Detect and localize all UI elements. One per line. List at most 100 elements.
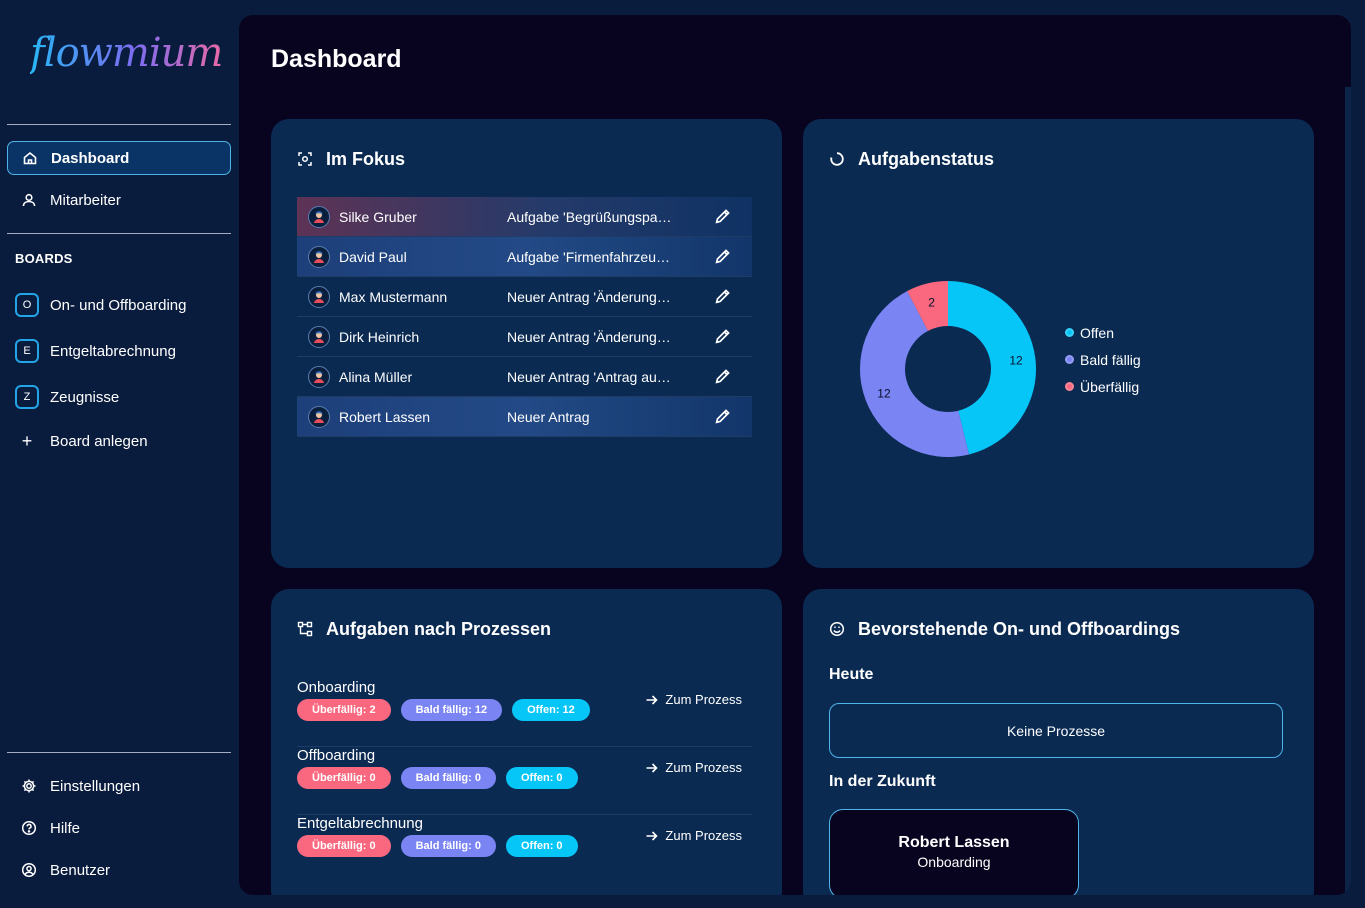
sidebar-divider — [7, 124, 231, 125]
legend-item[interactable]: Überfällig — [1065, 373, 1141, 400]
edit-pencil-icon[interactable] — [714, 248, 732, 266]
status-title-text: Aufgabenstatus — [858, 149, 995, 169]
arrow-right-icon — [645, 829, 665, 843]
process-row: Entgeltabrechnung Überfällig: 0 Bald fälli… — [297, 815, 752, 883]
sidebar-item-label: Mitarbeiter — [50, 191, 121, 209]
avatar — [308, 205, 330, 228]
add-board-label: Board anlegen — [50, 432, 148, 450]
arrow-right-icon — [645, 761, 665, 775]
status-card: Aufgabenstatus 12 12 2 Offen Bald fällig Übe… — [803, 119, 1314, 568]
focus-task-text: Neuer Antrag 'Änderung… — [507, 328, 671, 345]
process-name: Onboarding — [297, 679, 376, 696]
edit-pencil-icon[interactable] — [714, 368, 732, 386]
focus-person-name: Alina Müller — [339, 368, 413, 385]
due-soon-badge: Bald fällig: 0 — [400, 835, 496, 857]
upcoming-title-text: Bevorstehende On- und Offboardings — [858, 619, 1181, 639]
processes-card-title: Aufgaben nach Prozessen — [297, 619, 551, 640]
process-row: Offboarding Überfällig: 0 Bald fällig: 0 Of… — [297, 747, 752, 815]
page-title: Dashboard — [271, 45, 402, 73]
avatar — [308, 405, 330, 428]
board-item-entgeltabrechnung[interactable]: E Entgeltabrechnung — [15, 337, 176, 365]
legend-dot — [1065, 355, 1074, 364]
focus-icon — [297, 151, 315, 169]
main-panel: Dashboard Im Fokus Silke Gruber Aufgabe '… — [239, 15, 1351, 895]
scrollbar[interactable] — [1345, 87, 1351, 895]
board-label: Zeugnisse — [50, 388, 120, 406]
to-process-link[interactable]: Zum Prozess — [645, 692, 742, 707]
avatar — [308, 245, 330, 268]
edit-pencil-icon[interactable] — [714, 208, 732, 226]
board-item-zeugnisse[interactable]: Z Zeugnisse — [15, 383, 119, 411]
donut-value-label: 2 — [928, 295, 935, 309]
focus-task-text: Neuer Antrag 'Änderung… — [507, 288, 671, 305]
board-badge: O — [15, 293, 39, 317]
today-heading: Heute — [829, 666, 874, 683]
focus-row[interactable]: Robert Lassen Neuer Antrag — [297, 397, 752, 437]
sidebar-item-einstellungen[interactable]: Einstellungen — [7, 769, 231, 803]
focus-list: Silke Gruber Aufgabe 'Begrüßungspa… David … — [297, 197, 752, 437]
upcoming-person-card[interactable]: Robert Lassen Onboarding — [829, 809, 1079, 895]
to-process-label: Zum Prozess — [665, 760, 742, 775]
sidebar-item-label: Hilfe — [50, 819, 81, 837]
process-tree-icon — [297, 621, 315, 639]
focus-person-name: Max Mustermann — [339, 288, 448, 305]
to-process-label: Zum Prozess — [665, 692, 742, 707]
user-icon — [20, 191, 38, 209]
focus-row[interactable]: Max Mustermann Neuer Antrag 'Änderung… — [297, 277, 752, 317]
board-label: Entgeltabrechnung — [50, 342, 176, 360]
legend-dot — [1065, 382, 1074, 391]
today-empty-text: Keine Prozesse — [1006, 722, 1106, 739]
sidebar-divider — [7, 233, 231, 234]
overdue-badge: Überfällig: 0 — [297, 767, 391, 789]
edit-pencil-icon[interactable] — [714, 328, 732, 346]
edit-pencil-icon[interactable] — [714, 288, 732, 306]
flowmium-logo[interactable]: flowmium — [30, 30, 223, 90]
focus-task-text: Neuer Antrag — [507, 408, 590, 425]
focus-task-text: Aufgabe 'Firmenfahrzeu… — [507, 248, 670, 265]
process-name: Offboarding — [297, 747, 376, 764]
legend-item[interactable]: Bald fällig — [1065, 346, 1141, 373]
sidebar-item-mitarbeiter[interactable]: Mitarbeiter — [7, 183, 231, 217]
focus-row[interactable]: David Paul Aufgabe 'Firmenfahrzeu… — [297, 237, 752, 277]
avatar — [308, 365, 330, 388]
help-icon — [20, 819, 38, 837]
legend-label: Bald fällig — [1080, 351, 1141, 368]
to-process-link[interactable]: Zum Prozess — [645, 760, 742, 775]
process-pills: Überfällig: 0 Bald fällig: 0 Offen: 0 — [297, 835, 588, 857]
focus-row[interactable]: Dirk Heinrich Neuer Antrag 'Änderung… — [297, 317, 752, 357]
sidebar-item-label: Dashboard — [51, 149, 130, 167]
focus-row[interactable]: Silke Gruber Aufgabe 'Begrüßungspa… — [297, 197, 752, 237]
sidebar-item-dashboard[interactable]: Dashboard — [7, 141, 231, 175]
focus-person-name: David Paul — [339, 248, 407, 265]
focus-card-title: Im Fokus — [297, 149, 405, 170]
sidebar-item-benutzer[interactable]: Benutzer — [7, 853, 231, 887]
sidebar-item-label: Benutzer — [50, 861, 111, 879]
person-name: Robert Lassen — [898, 834, 1010, 851]
focus-card: Im Fokus Silke Gruber Aufgabe 'Begrüßungs… — [271, 119, 782, 568]
donut-chart: 12 12 2 — [853, 274, 1053, 474]
today-empty-box: Keine Prozesse — [829, 703, 1283, 758]
person-process: Onboarding — [917, 854, 991, 870]
focus-row[interactable]: Alina Müller Neuer Antrag 'Antrag au… — [297, 357, 752, 397]
sidebar-item-hilfe[interactable]: Hilfe — [7, 811, 231, 845]
board-badge: E — [15, 339, 39, 363]
legend-dot — [1065, 328, 1074, 337]
legend-item[interactable]: Offen — [1065, 319, 1141, 346]
edit-pencil-icon[interactable] — [714, 408, 732, 426]
board-item-on-offboarding[interactable]: O On- und Offboarding — [15, 291, 186, 319]
overdue-badge: Überfällig: 2 — [297, 699, 391, 721]
donut-value-label: 12 — [877, 386, 891, 400]
to-process-label: Zum Prozess — [665, 828, 742, 843]
to-process-link[interactable]: Zum Prozess — [645, 828, 742, 843]
boards-heading: BOARDS — [15, 251, 73, 266]
process-row: Onboarding Überfällig: 2 Bald fällig: 12 Of… — [297, 679, 752, 747]
overdue-badge: Überfällig: 0 — [297, 835, 391, 857]
add-board-button[interactable]: + Board anlegen — [15, 427, 148, 455]
board-badge: Z — [15, 385, 39, 409]
processes-title-text: Aufgaben nach Prozessen — [326, 619, 552, 639]
future-heading: In der Zukunft — [829, 773, 936, 790]
sidebar: flowmium Dashboard Mitarbeiter BOARDS O … — [0, 0, 238, 908]
open-badge: Offen: 0 — [505, 835, 578, 857]
avatar — [308, 285, 330, 308]
process-list: Onboarding Überfällig: 2 Bald fällig: 12 Of… — [297, 679, 752, 883]
